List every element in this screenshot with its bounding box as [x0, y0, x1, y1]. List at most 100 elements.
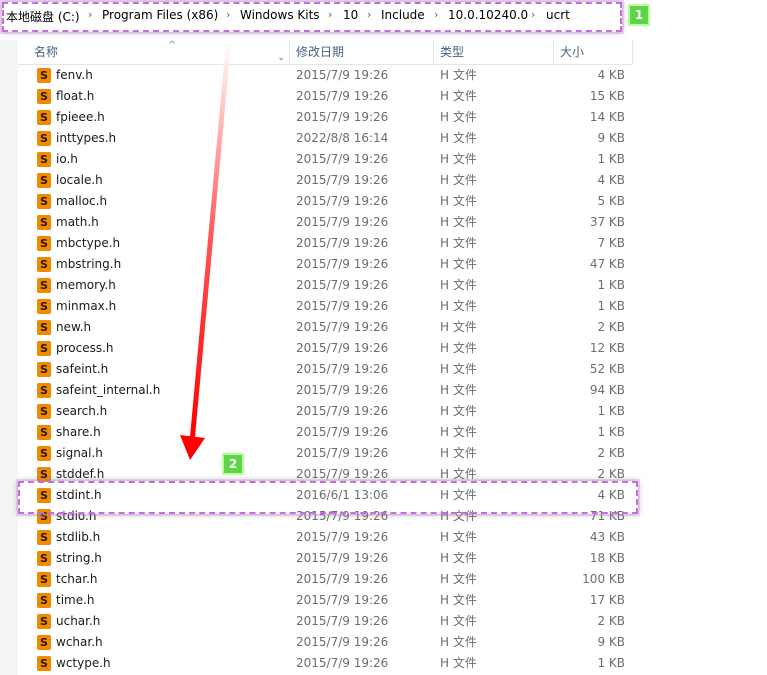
file-date: 2015/7/9 19:26 — [296, 656, 389, 670]
file-date: 2015/7/9 19:26 — [296, 257, 389, 271]
file-date: 2015/7/9 19:26 — [296, 362, 389, 376]
file-type: H 文件 — [440, 425, 477, 439]
file-name: uchar.h — [56, 614, 101, 628]
file-type: H 文件 — [440, 656, 477, 670]
file-row[interactable]: Sshare.h 2015/7/9 19:26 H 文件 1 KB — [18, 422, 633, 443]
file-row[interactable]: Ssignal.h 2015/7/9 19:26 H 文件 2 KB — [18, 443, 633, 464]
file-date: 2015/7/9 19:26 — [296, 173, 389, 187]
file-row[interactable]: Sfpieee.h 2015/7/9 19:26 H 文件 14 KB — [18, 107, 633, 128]
file-date: 2015/7/9 19:26 — [296, 614, 389, 628]
file-name: new.h — [56, 320, 92, 334]
file-date: 2015/7/9 19:26 — [296, 530, 389, 544]
file-date: 2015/7/9 19:26 — [296, 236, 389, 250]
file-row[interactable]: Ssafeint.h 2015/7/9 19:26 H 文件 52 KB — [18, 359, 633, 380]
file-row[interactable]: Sminmax.h 2015/7/9 19:26 H 文件 1 KB — [18, 296, 633, 317]
column-date-label: 修改日期 — [296, 45, 345, 59]
file-name: locale.h — [56, 173, 103, 187]
sublime-file-icon: S — [37, 257, 51, 272]
file-name: float.h — [56, 89, 95, 103]
sublime-file-icon: S — [37, 551, 51, 566]
column-header-date[interactable]: 修改日期 — [290, 40, 434, 64]
file-row[interactable]: Smemory.h 2015/7/9 19:26 H 文件 1 KB — [18, 275, 633, 296]
file-date: 2015/7/9 19:26 — [296, 299, 389, 313]
column-header-size[interactable]: 大小 — [554, 40, 633, 64]
file-row[interactable]: Sstring.h 2015/7/9 19:26 H 文件 18 KB — [18, 548, 633, 569]
file-type: H 文件 — [440, 362, 477, 376]
file-type: H 文件 — [440, 236, 477, 250]
file-row[interactable]: Sinttypes.h 2022/8/8 16:14 H 文件 9 KB — [18, 128, 633, 149]
file-date: 2022/8/8 16:14 — [296, 131, 389, 145]
file-size: 1 KB — [597, 278, 625, 292]
file-row[interactable]: Stchar.h 2015/7/9 19:26 H 文件 100 KB — [18, 569, 633, 590]
file-name: safeint_internal.h — [56, 383, 161, 397]
sublime-file-icon: S — [37, 362, 51, 377]
file-row[interactable]: Swchar.h 2015/7/9 19:26 H 文件 9 KB — [18, 632, 633, 653]
sublime-file-icon: S — [37, 467, 51, 482]
file-row[interactable]: Smath.h 2015/7/9 19:26 H 文件 37 KB — [18, 212, 633, 233]
file-name: math.h — [56, 215, 99, 229]
file-date: 2015/7/9 19:26 — [296, 68, 389, 82]
file-type: H 文件 — [440, 614, 477, 628]
file-size: 15 KB — [589, 89, 625, 103]
file-type: H 文件 — [440, 215, 477, 229]
file-row[interactable]: Snew.h 2015/7/9 19:26 H 文件 2 KB — [18, 317, 633, 338]
file-size: 100 KB — [582, 572, 625, 586]
file-size: 9 KB — [597, 635, 625, 649]
file-row[interactable]: Sstdlib.h 2015/7/9 19:26 H 文件 43 KB — [18, 527, 633, 548]
file-type: H 文件 — [440, 89, 477, 103]
sublime-file-icon: S — [37, 194, 51, 209]
file-row[interactable]: Sio.h 2015/7/9 19:26 H 文件 1 KB — [18, 149, 633, 170]
file-row[interactable]: Smbstring.h 2015/7/9 19:26 H 文件 47 KB — [18, 254, 633, 275]
file-size: 4 KB — [597, 68, 625, 82]
sort-ascending-icon: ^ — [168, 40, 177, 51]
file-name: tchar.h — [56, 572, 98, 586]
file-row[interactable]: Sprocess.h 2015/7/9 19:26 H 文件 12 KB — [18, 338, 633, 359]
file-type: H 文件 — [440, 110, 477, 124]
file-size: 1 KB — [597, 404, 625, 418]
file-type: H 文件 — [440, 68, 477, 82]
file-size: 18 KB — [589, 551, 625, 565]
file-type: H 文件 — [440, 383, 477, 397]
column-header-name[interactable]: 名称 ^ ⌄ — [18, 40, 290, 64]
sublime-file-icon: S — [37, 173, 51, 188]
file-row[interactable]: Ssafeint_internal.h 2015/7/9 19:26 H 文件 94 … — [18, 380, 633, 401]
file-type: H 文件 — [440, 299, 477, 313]
file-date: 2015/7/9 19:26 — [296, 278, 389, 292]
file-date: 2015/7/9 19:26 — [296, 215, 389, 229]
file-type: H 文件 — [440, 257, 477, 271]
file-type: H 文件 — [440, 278, 477, 292]
file-size: 17 KB — [589, 593, 625, 607]
file-date: 2015/7/9 19:26 — [296, 152, 389, 166]
file-date: 2015/7/9 19:26 — [296, 110, 389, 124]
file-type: H 文件 — [440, 551, 477, 565]
sublime-file-icon: S — [37, 656, 51, 671]
file-size: 14 KB — [589, 110, 625, 124]
file-name: stdlib.h — [56, 530, 101, 544]
file-name: minmax.h — [56, 299, 117, 313]
file-row[interactable]: Swctype.h 2015/7/9 19:26 H 文件 1 KB — [18, 653, 633, 674]
file-name: wchar.h — [56, 635, 103, 649]
file-size: 1 KB — [597, 425, 625, 439]
sublime-file-icon: S — [37, 446, 51, 461]
file-row[interactable]: Suchar.h 2015/7/9 19:26 H 文件 2 KB — [18, 611, 633, 632]
file-row[interactable]: Smalloc.h 2015/7/9 19:26 H 文件 5 KB — [18, 191, 633, 212]
file-row[interactable]: Sfloat.h 2015/7/9 19:26 H 文件 15 KB — [18, 86, 633, 107]
file-type: H 文件 — [440, 173, 477, 187]
file-type: H 文件 — [440, 635, 477, 649]
sublime-file-icon: S — [37, 635, 51, 650]
sublime-file-icon: S — [37, 236, 51, 251]
file-size: 1 KB — [597, 152, 625, 166]
file-date: 2015/7/9 19:26 — [296, 341, 389, 355]
file-row[interactable]: Stime.h 2015/7/9 19:26 H 文件 17 KB — [18, 590, 633, 611]
file-row[interactable]: Sfenv.h 2015/7/9 19:26 H 文件 4 KB — [18, 65, 633, 86]
file-row[interactable]: Ssearch.h 2015/7/9 19:26 H 文件 1 KB — [18, 401, 633, 422]
sublime-file-icon: S — [37, 320, 51, 335]
sublime-file-icon: S — [37, 614, 51, 629]
file-name: time.h — [56, 593, 95, 607]
file-row[interactable]: Slocale.h 2015/7/9 19:26 H 文件 4 KB — [18, 170, 633, 191]
sublime-file-icon: S — [37, 383, 51, 398]
address-bar-highlight — [2, 2, 622, 32]
file-row[interactable]: Smbctype.h 2015/7/9 19:26 H 文件 7 KB — [18, 233, 633, 254]
column-header-type[interactable]: 类型 — [434, 40, 554, 64]
file-size: 47 KB — [589, 257, 625, 271]
